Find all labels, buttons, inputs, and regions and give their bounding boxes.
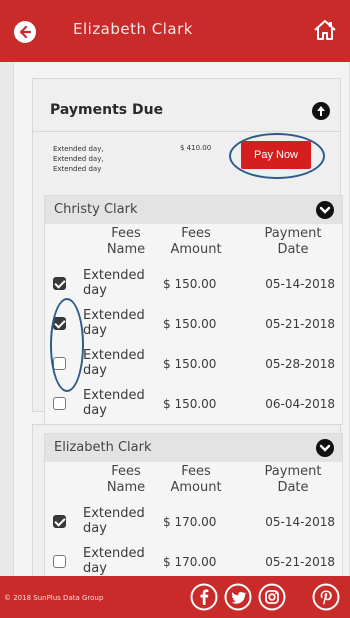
chevron-down-icon[interactable] bbox=[316, 201, 334, 219]
column-header-fees-amount: Fees Amount bbox=[170, 226, 222, 257]
student-header[interactable]: Elizabeth Clark bbox=[45, 434, 342, 462]
main-content: Payments Due Extended day, Extended day,… bbox=[13, 62, 350, 577]
highlight-ring bbox=[50, 298, 84, 392]
payment-date: 05-21-2018 bbox=[265, 317, 335, 331]
fee-checkbox[interactable] bbox=[53, 277, 66, 290]
payment-date: 06-04-2018 bbox=[265, 397, 335, 411]
app-screen: Elizabeth Clark Payments Due Extended da… bbox=[0, 0, 350, 618]
copyright-text: © 2018 SunPlus Data Group bbox=[4, 594, 104, 602]
facebook-icon[interactable] bbox=[190, 583, 218, 611]
column-header-payment-date: Payment Date bbox=[264, 226, 322, 257]
student-name: Elizabeth Clark bbox=[54, 440, 152, 455]
student-fees-block: Christy Clark Fees Name Fees Amount Paym… bbox=[44, 195, 343, 425]
column-header-fees-name: Fees Name bbox=[106, 464, 146, 495]
fee-row: Extended day $ 170.00 05-14-2018 bbox=[45, 502, 342, 542]
chevron-up-icon[interactable] bbox=[312, 102, 330, 120]
instagram-icon[interactable] bbox=[258, 583, 286, 611]
fee-row: Extended day $ 150.00 06-04-2018 bbox=[45, 384, 342, 424]
chevron-down-icon[interactable] bbox=[316, 439, 334, 457]
fee-row: Extended day $ 150.00 05-21-2018 bbox=[45, 304, 342, 344]
student-header[interactable]: Christy Clark bbox=[45, 196, 342, 224]
home-icon[interactable] bbox=[312, 17, 338, 43]
payment-date: 05-21-2018 bbox=[265, 555, 335, 569]
student-card: Elizabeth Clark Fees Name Fees Amount Pa… bbox=[32, 424, 343, 577]
fee-amount: $ 150.00 bbox=[163, 357, 217, 371]
student-fees-block: Elizabeth Clark Fees Name Fees Amount Pa… bbox=[44, 433, 343, 577]
due-item: Extended day, bbox=[53, 155, 104, 163]
student-name: Christy Clark bbox=[54, 202, 138, 217]
due-total: $ 410.00 bbox=[180, 144, 212, 152]
twitter-icon[interactable] bbox=[224, 583, 252, 611]
fee-name: Extended day bbox=[83, 546, 145, 576]
fee-checkbox[interactable] bbox=[53, 515, 66, 528]
fee-name: Extended day bbox=[83, 388, 145, 418]
fee-row: Extended day $ 150.00 05-28-2018 bbox=[45, 344, 342, 384]
app-header: Elizabeth Clark bbox=[0, 0, 350, 62]
fee-checkbox[interactable] bbox=[53, 555, 66, 568]
column-header-payment-date: Payment Date bbox=[264, 464, 322, 495]
due-item: Extended day, bbox=[53, 145, 104, 153]
page-title: Elizabeth Clark bbox=[73, 20, 193, 38]
column-header-fees-name: Fees Name bbox=[106, 226, 146, 257]
payment-date: 05-14-2018 bbox=[265, 515, 335, 529]
pinterest-icon[interactable] bbox=[312, 583, 340, 611]
fee-row: Extended day $ 150.00 05-14-2018 bbox=[45, 264, 342, 304]
payments-due-title: Payments Due bbox=[50, 102, 164, 118]
fee-checkbox[interactable] bbox=[53, 397, 66, 410]
fee-amount: $ 150.00 bbox=[163, 317, 217, 331]
fee-name: Extended day bbox=[83, 506, 145, 536]
app-footer: © 2018 SunPlus Data Group bbox=[0, 576, 350, 618]
due-item: Extended day bbox=[53, 165, 102, 173]
fee-amount: $ 170.00 bbox=[163, 555, 217, 569]
back-button[interactable] bbox=[14, 21, 36, 43]
fee-name: Extended day bbox=[83, 268, 145, 298]
arrow-left-icon bbox=[19, 25, 32, 39]
fee-name: Extended day bbox=[83, 348, 145, 378]
due-items-list: Extended day, Extended day, Extended day bbox=[53, 144, 104, 174]
fee-name: Extended day bbox=[83, 308, 145, 338]
fee-amount: $ 150.00 bbox=[163, 277, 217, 291]
pay-now-button[interactable]: Pay Now bbox=[241, 141, 311, 169]
column-header-fees-amount: Fees Amount bbox=[170, 464, 222, 495]
payment-date: 05-14-2018 bbox=[265, 277, 335, 291]
divider bbox=[33, 131, 340, 132]
fee-amount: $ 150.00 bbox=[163, 397, 217, 411]
payment-date: 05-28-2018 bbox=[265, 357, 335, 371]
fee-amount: $ 170.00 bbox=[163, 515, 217, 529]
